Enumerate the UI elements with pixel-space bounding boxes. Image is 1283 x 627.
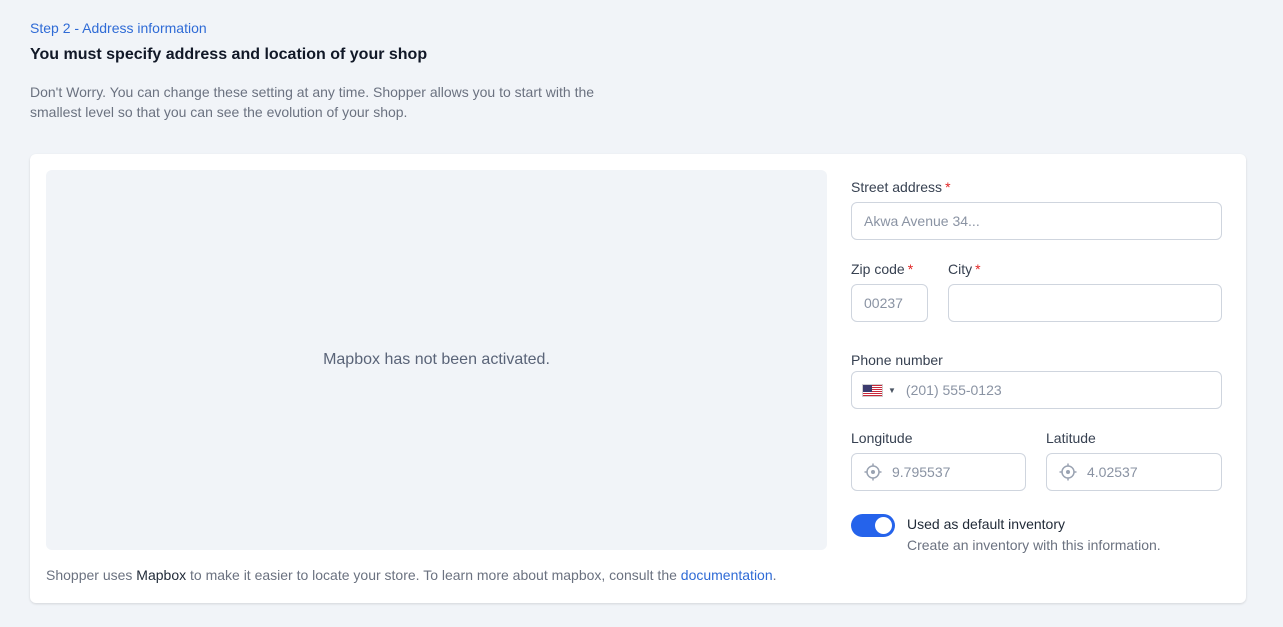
map-note-brand: Mapbox bbox=[136, 567, 187, 583]
default-inventory-title: Used as default inventory bbox=[907, 516, 1065, 532]
phone-number-input[interactable]: ▼ (201) 555-0123 bbox=[851, 371, 1222, 409]
street-address-placeholder: Akwa Avenue 34... bbox=[864, 213, 980, 229]
toggle-knob bbox=[875, 517, 892, 534]
longitude-label-text: Longitude bbox=[851, 430, 913, 446]
latitude-label: Latitude bbox=[1046, 430, 1096, 446]
latitude-placeholder: 4.02537 bbox=[1087, 464, 1138, 480]
map-note-prefix: Shopper uses bbox=[46, 567, 133, 583]
country-selector[interactable]: ▼ bbox=[862, 383, 906, 397]
longitude-placeholder: 9.795537 bbox=[892, 464, 951, 480]
street-address-label-text: Street address bbox=[851, 179, 943, 195]
step-label: Step 2 - Address information bbox=[30, 20, 207, 36]
address-step-page: Step 2 - Address information You must sp… bbox=[0, 0, 1283, 627]
documentation-link[interactable]: documentation bbox=[681, 567, 773, 583]
required-mark: * bbox=[975, 261, 981, 277]
longitude-input[interactable]: 9.795537 bbox=[851, 453, 1026, 491]
zip-code-label: Zip code * bbox=[851, 261, 913, 277]
zip-code-placeholder: 00237 bbox=[864, 295, 903, 311]
crosshair-icon bbox=[1059, 463, 1077, 481]
map-note-suffix: . bbox=[772, 567, 777, 583]
page-title: You must specify address and location of… bbox=[30, 46, 428, 63]
city-label: City * bbox=[948, 261, 981, 277]
longitude-label: Longitude bbox=[851, 430, 913, 446]
map-note: Shopper uses Mapbox to make it easier to… bbox=[46, 567, 777, 583]
map-placeholder: Mapbox has not been activated. bbox=[46, 170, 827, 550]
latitude-input[interactable]: 4.02537 bbox=[1046, 453, 1222, 491]
zip-code-input[interactable]: 00237 bbox=[851, 284, 928, 322]
default-inventory-description: Create an inventory with this informatio… bbox=[907, 537, 1161, 553]
phone-number-label: Phone number bbox=[851, 352, 943, 368]
street-address-label: Street address * bbox=[851, 179, 951, 195]
default-inventory-toggle[interactable] bbox=[851, 514, 895, 537]
crosshair-icon bbox=[864, 463, 882, 481]
required-mark: * bbox=[907, 261, 914, 277]
address-card: Mapbox has not been activated. Shopper u… bbox=[30, 154, 1246, 603]
phone-number-placeholder: (201) 555-0123 bbox=[905, 382, 1002, 398]
latitude-label-text: Latitude bbox=[1046, 430, 1096, 446]
map-note-middle: to make it easier to locate your store. … bbox=[190, 567, 677, 583]
map-status-message: Mapbox has not been activated. bbox=[323, 351, 550, 368]
us-flag-icon bbox=[862, 383, 883, 397]
city-label-text: City bbox=[948, 261, 973, 277]
phone-number-label-text: Phone number bbox=[851, 352, 943, 368]
chevron-down-icon: ▼ bbox=[888, 385, 896, 395]
required-mark: * bbox=[945, 179, 951, 195]
section-description: Don't Worry. You can change these settin… bbox=[30, 84, 595, 120]
street-address-input[interactable]: Akwa Avenue 34... bbox=[851, 202, 1222, 240]
city-input[interactable] bbox=[948, 284, 1222, 322]
zip-code-label-text: Zip code bbox=[851, 261, 905, 277]
